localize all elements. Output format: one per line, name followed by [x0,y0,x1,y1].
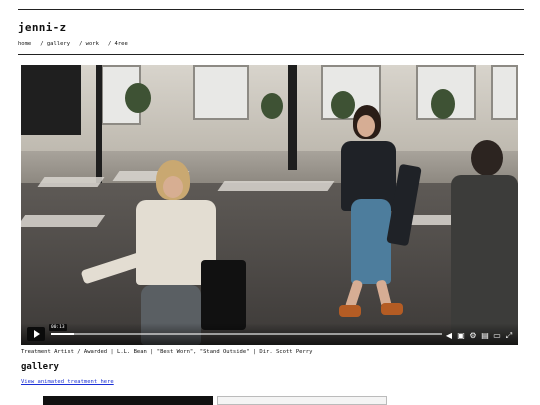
lamp-post [288,65,297,170]
window [491,65,518,120]
blonde-woman [80,160,246,345]
airplay-icon[interactable]: ▭ [493,332,501,340]
passerby [451,140,518,345]
seek-progress [51,333,75,335]
nav-item-4ree[interactable]: / 4ree [108,41,128,47]
time-tooltip: 00:13 [49,324,67,331]
section-title: gallery [21,362,59,372]
planter [125,83,151,113]
main-nav: home / gallery / work / 4ree [18,41,137,47]
video-controls: 00:13 ◀ ▣ ⚙ ▤ ▭ ⤢ [21,323,518,345]
nav-item-home[interactable]: home [18,41,31,47]
seek-bar[interactable] [51,333,442,335]
video-player[interactable]: 00:13 ◀ ▣ ⚙ ▤ ▭ ⤢ [21,65,518,345]
site-title[interactable]: jenni-z [18,21,66,34]
window [193,65,249,120]
nav-item-work[interactable]: / work [79,41,99,47]
fullscreen-icon[interactable]: ⤢ [505,332,513,340]
captions-icon[interactable]: ▣ [457,332,465,340]
play-button[interactable] [27,327,45,341]
planter [261,93,283,119]
animated-treatment-link[interactable]: View animated treatment here [21,379,114,385]
gallery-thumbnail[interactable] [217,396,387,405]
settings-icon[interactable]: ⚙ [469,332,477,340]
doorway [21,65,81,135]
volume-icon[interactable]: ◀ [445,332,453,340]
pip-icon[interactable]: ▤ [481,332,489,340]
nav-item-gallery[interactable]: / gallery [40,41,70,47]
walking-woman [311,105,431,335]
planter [431,89,455,119]
header-divider [18,54,524,55]
video-caption: Treatment Artist / Awarded | L.L. Bean |… [21,349,313,355]
video-frame [21,65,518,345]
gallery-thumbnail[interactable] [43,396,213,405]
control-icons: ◀ ▣ ⚙ ▤ ▭ ⤢ [445,332,513,340]
top-divider [18,9,524,10]
